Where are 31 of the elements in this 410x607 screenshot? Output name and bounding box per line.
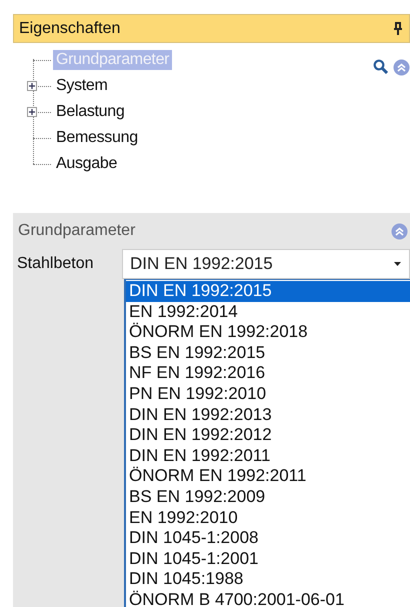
panel-title: Eigenschaften <box>19 20 120 38</box>
dropdown-option[interactable]: ÖNORM B 4700:2001-06-01 <box>126 590 410 607</box>
dropdown-arrow-icon[interactable] <box>394 262 401 266</box>
collapse-icon[interactable] <box>393 59 410 76</box>
dropdown-option[interactable]: DIN EN 1992:2013 <box>126 404 410 426</box>
dropdown-option[interactable]: BS EN 1992:2015 <box>126 342 410 364</box>
dropdown-option[interactable]: DIN EN 1992:2015 <box>126 281 410 302</box>
tree-item[interactable]: System <box>53 76 111 96</box>
combo-box[interactable]: DIN EN 1992:2015 <box>122 249 410 279</box>
dropdown-option[interactable]: PN EN 1992:2010 <box>126 384 410 405</box>
dropdown-option[interactable]: ÖNORM EN 1992:2011 <box>126 466 410 487</box>
tree-item[interactable]: Ausgabe <box>53 154 120 174</box>
collapse-icon[interactable] <box>391 222 408 240</box>
dropdown-option[interactable]: DIN EN 1992:2012 <box>126 425 410 446</box>
dropdown-option[interactable]: BS EN 1992:2009 <box>126 486 410 508</box>
dropdown-option[interactable]: DIN EN 1992:2011 <box>126 446 410 466</box>
dropdown-option[interactable]: DIN 1045-1:2001 <box>126 548 410 570</box>
section-title: Grundparameter <box>18 222 136 240</box>
dropdown-option[interactable]: EN 1992:2010 <box>126 508 410 528</box>
dropdown-option[interactable]: DIN 1045:1988 <box>126 569 410 590</box>
dropdown-option[interactable]: ÖNORM EN 1992:2018 <box>126 322 410 343</box>
expand-icon[interactable] <box>27 81 37 91</box>
dropdown-option[interactable]: NF EN 1992:2016 <box>126 363 410 384</box>
dropdown-option[interactable]: EN 1992:2014 <box>126 302 410 322</box>
dropdown-option[interactable]: DIN 1045-1:2008 <box>126 528 410 549</box>
pin-icon[interactable] <box>393 22 403 35</box>
property-label: Stahlbeton <box>16 254 95 274</box>
search-icon[interactable] <box>373 59 388 74</box>
expand-icon[interactable] <box>27 107 37 117</box>
tree-item[interactable]: Bemessung <box>53 128 141 148</box>
tree-item[interactable]: Belastung <box>53 102 128 122</box>
